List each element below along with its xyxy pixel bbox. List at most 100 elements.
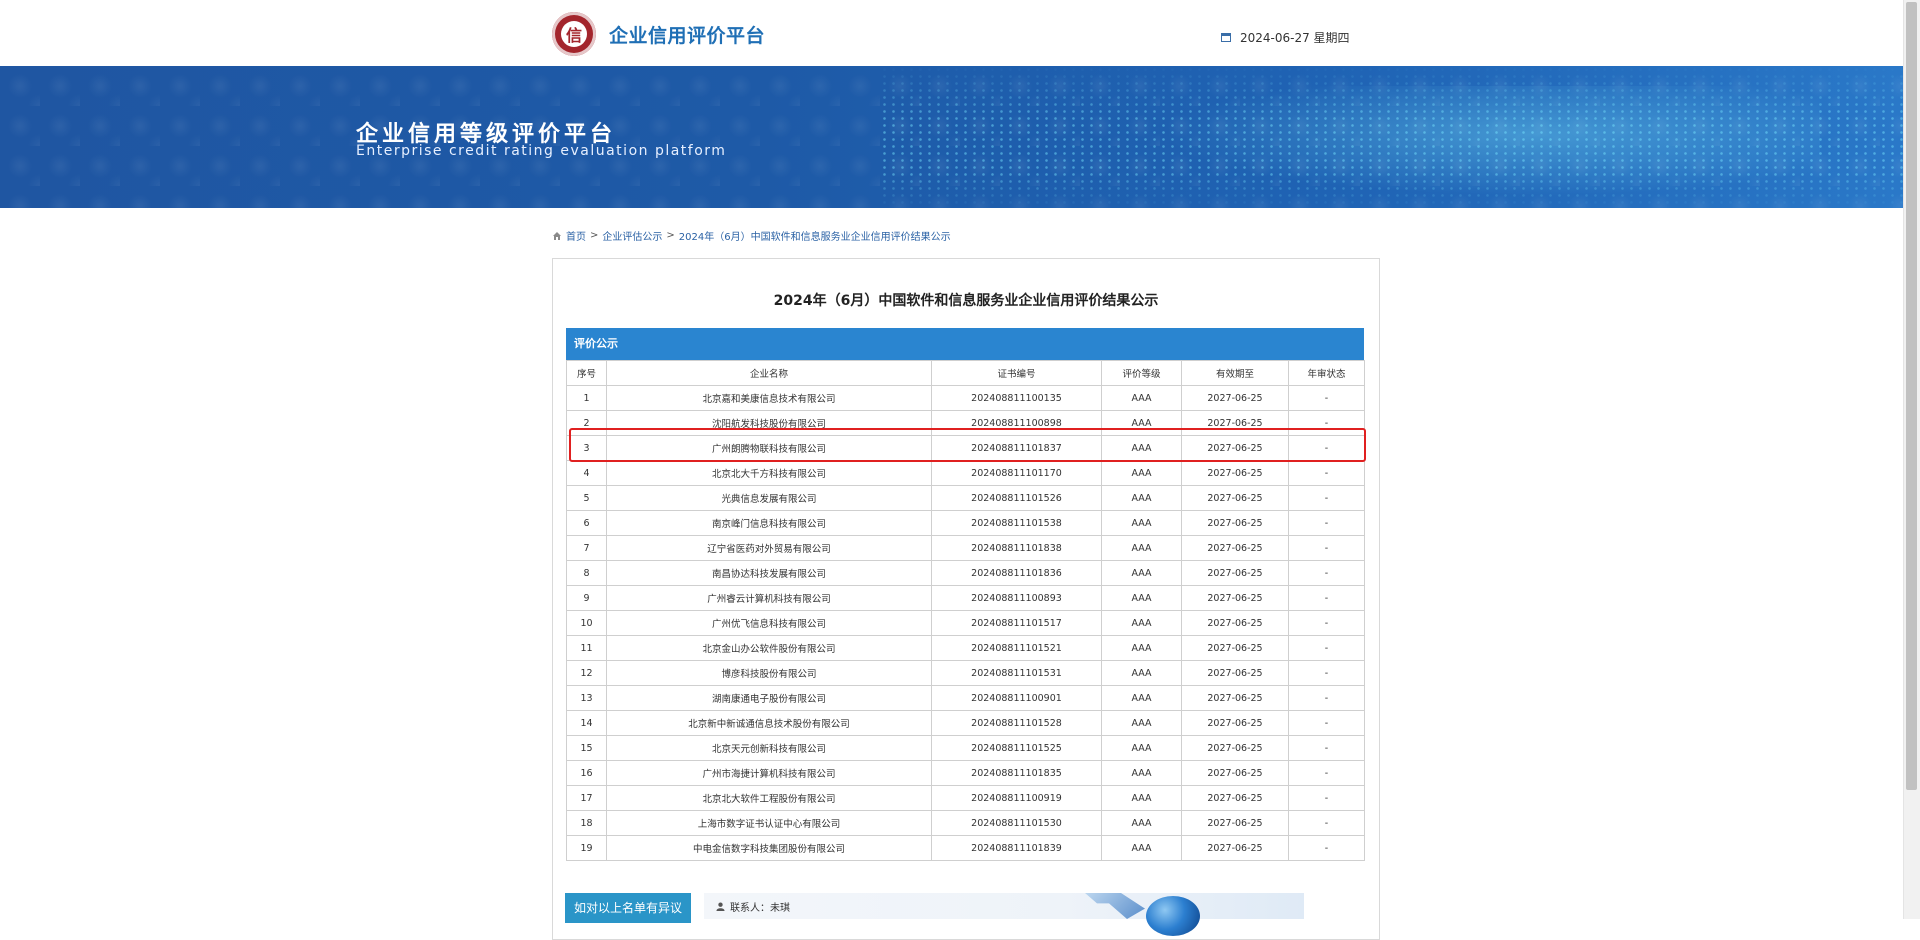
- cell-rating: AAA: [1101, 660, 1182, 686]
- scrollbar-thumb[interactable]: [1906, 2, 1917, 790]
- cell-index: 10: [566, 610, 607, 636]
- cell-rating: AAA: [1101, 585, 1182, 611]
- cell-company-name[interactable]: 南京峰门信息科技有限公司: [606, 510, 932, 536]
- cell-rating: AAA: [1101, 735, 1182, 761]
- cell-rating: AAA: [1101, 810, 1182, 836]
- cell-certificate-no: 202408811101517: [931, 610, 1102, 636]
- cell-expiry-date: 2027-06-25: [1181, 585, 1289, 611]
- cell-review-status: -: [1288, 685, 1365, 711]
- cell-certificate-no: 202408811101528: [931, 710, 1102, 736]
- contact-banner: 联系人：未琪: [704, 893, 1304, 919]
- cell-company-name[interactable]: 广州市海捷计算机科技有限公司: [606, 760, 932, 786]
- date-display: 2024-06-27 星期四: [1221, 29, 1350, 46]
- table-row: 11 北京金山办公软件股份有限公司 202408811101521 AAA 2027-0…: [566, 635, 1365, 661]
- globe-icon: [1146, 896, 1200, 936]
- table-row: 18 上海市数字证书认证中心有限公司 202408811101530 AAA 2027-…: [566, 810, 1365, 836]
- cell-index: 8: [566, 560, 607, 586]
- site-logo[interactable]: 信: [552, 12, 596, 56]
- cell-expiry-date: 2027-06-25: [1181, 510, 1289, 536]
- cell-company-name[interactable]: 北京嘉和美康信息技术有限公司: [606, 385, 932, 411]
- column-header-company: 企业名称: [606, 360, 932, 386]
- cell-company-name[interactable]: 湖南康通电子股份有限公司: [606, 685, 932, 711]
- cell-company-name[interactable]: 南昌协达科技发展有限公司: [606, 560, 932, 586]
- table-row: 13 湖南康通电子股份有限公司 202408811100901 AAA 2027-06-…: [566, 685, 1365, 711]
- cell-certificate-no: 202408811100135: [931, 385, 1102, 411]
- cell-certificate-no: 202408811101835: [931, 760, 1102, 786]
- cell-certificate-no: 202408811101836: [931, 560, 1102, 586]
- cell-review-status: -: [1288, 460, 1365, 486]
- cell-certificate-no: 202408811101838: [931, 535, 1102, 561]
- contact-info: 联系人：未琪: [716, 899, 790, 914]
- cell-rating: AAA: [1101, 635, 1182, 661]
- cell-rating: AAA: [1101, 485, 1182, 511]
- section-header: 评价公示: [566, 328, 1364, 360]
- cell-certificate-no: 202408811100893: [931, 585, 1102, 611]
- date-text: 2024-06-27 星期四: [1240, 31, 1350, 45]
- logo-emblem: 信: [561, 21, 587, 47]
- column-header-review-status: 年审状态: [1288, 360, 1365, 386]
- cell-expiry-date: 2027-06-25: [1181, 810, 1289, 836]
- breadcrumb-announcements[interactable]: 企业评估公示: [602, 228, 662, 243]
- banner-subtitle: Enterprise credit rating evaluation plat…: [356, 143, 727, 159]
- cell-company-name[interactable]: 北京新中新诚通信息技术股份有限公司: [606, 710, 932, 736]
- cell-expiry-date: 2027-06-25: [1181, 610, 1289, 636]
- page-title: 2024年（6月）中国软件和信息服务业企业信用评价结果公示: [773, 293, 1159, 309]
- cell-rating: AAA: [1101, 535, 1182, 561]
- cell-company-name[interactable]: 博彦科技股份有限公司: [606, 660, 932, 686]
- table-row: 19 中电金信数字科技集团股份有限公司 202408811101839 AAA 2027…: [566, 835, 1365, 861]
- cell-rating: AAA: [1101, 685, 1182, 711]
- cell-expiry-date: 2027-06-25: [1181, 710, 1289, 736]
- cell-certificate-no: 202408811101531: [931, 660, 1102, 686]
- cell-certificate-no: 202408811101170: [931, 460, 1102, 486]
- cell-review-status: -: [1288, 535, 1365, 561]
- row-highlight-box: [569, 428, 1366, 462]
- cell-expiry-date: 2027-06-25: [1181, 660, 1289, 686]
- site-title[interactable]: 企业信用评价平台: [609, 21, 765, 48]
- table-header-row: 序号 企业名称 证书编号 评价等级 有效期至 年审状态: [566, 360, 1365, 386]
- cell-certificate-no: 202408811101525: [931, 735, 1102, 761]
- cell-certificate-no: 202408811100919: [931, 785, 1102, 811]
- cell-certificate-no: 202408811101538: [931, 510, 1102, 536]
- table-row: 14 北京新中新诚通信息技术股份有限公司 202408811101528 AAA 202…: [566, 710, 1365, 736]
- cell-rating: AAA: [1101, 835, 1182, 861]
- user-icon: [716, 902, 725, 911]
- cell-company-name[interactable]: 广州睿云计算机科技有限公司: [606, 585, 932, 611]
- table-row: 15 北京天元创新科技有限公司 202408811101525 AAA 2027-06-…: [566, 735, 1365, 761]
- table-row: 12 博彦科技股份有限公司 202408811101531 AAA 2027-06-25…: [566, 660, 1365, 686]
- cell-review-status: -: [1288, 560, 1365, 586]
- cell-company-name[interactable]: 北京北大千方科技有限公司: [606, 460, 932, 486]
- cell-review-status: -: [1288, 710, 1365, 736]
- cell-index: 17: [566, 785, 607, 811]
- cell-company-name[interactable]: 中电金信数字科技集团股份有限公司: [606, 835, 932, 861]
- cell-review-status: -: [1288, 385, 1365, 411]
- table-row: 7 辽宁省医药对外贸易有限公司 202408811101838 AAA 2027-06-…: [566, 535, 1365, 561]
- breadcrumb-home[interactable]: 首页: [566, 228, 586, 243]
- cell-review-status: -: [1288, 635, 1365, 661]
- cell-company-name[interactable]: 辽宁省医药对外贸易有限公司: [606, 535, 932, 561]
- cell-index: 1: [566, 385, 607, 411]
- cell-index: 4: [566, 460, 607, 486]
- cell-company-name[interactable]: 广州优飞信息科技有限公司: [606, 610, 932, 636]
- cell-company-name[interactable]: 北京北大软件工程股份有限公司: [606, 785, 932, 811]
- cell-rating: AAA: [1101, 760, 1182, 786]
- cell-rating: AAA: [1101, 460, 1182, 486]
- home-icon: [553, 231, 561, 240]
- cell-review-status: -: [1288, 610, 1365, 636]
- cell-company-name[interactable]: 光典信息发展有限公司: [606, 485, 932, 511]
- cell-index: 7: [566, 535, 607, 561]
- cell-review-status: -: [1288, 485, 1365, 511]
- cell-review-status: -: [1288, 735, 1365, 761]
- table-row: 10 广州优飞信息科技有限公司 202408811101517 AAA 2027-06-…: [566, 610, 1365, 636]
- cell-company-name[interactable]: 上海市数字证书认证中心有限公司: [606, 810, 932, 836]
- cell-company-name[interactable]: 北京金山办公软件股份有限公司: [606, 635, 932, 661]
- column-header-index: 序号: [566, 360, 607, 386]
- cell-rating: AAA: [1101, 785, 1182, 811]
- cell-company-name[interactable]: 北京天元创新科技有限公司: [606, 735, 932, 761]
- cell-certificate-no: 202408811101521: [931, 635, 1102, 661]
- breadcrumb-current[interactable]: 2024年（6月）中国软件和信息服务业企业信用评价结果公示: [679, 228, 951, 243]
- cell-rating: AAA: [1101, 710, 1182, 736]
- table-row: 5 光典信息发展有限公司 202408811101526 AAA 2027-06-25-: [566, 485, 1365, 511]
- cell-index: 18: [566, 810, 607, 836]
- cell-rating: AAA: [1101, 560, 1182, 586]
- cell-expiry-date: 2027-06-25: [1181, 685, 1289, 711]
